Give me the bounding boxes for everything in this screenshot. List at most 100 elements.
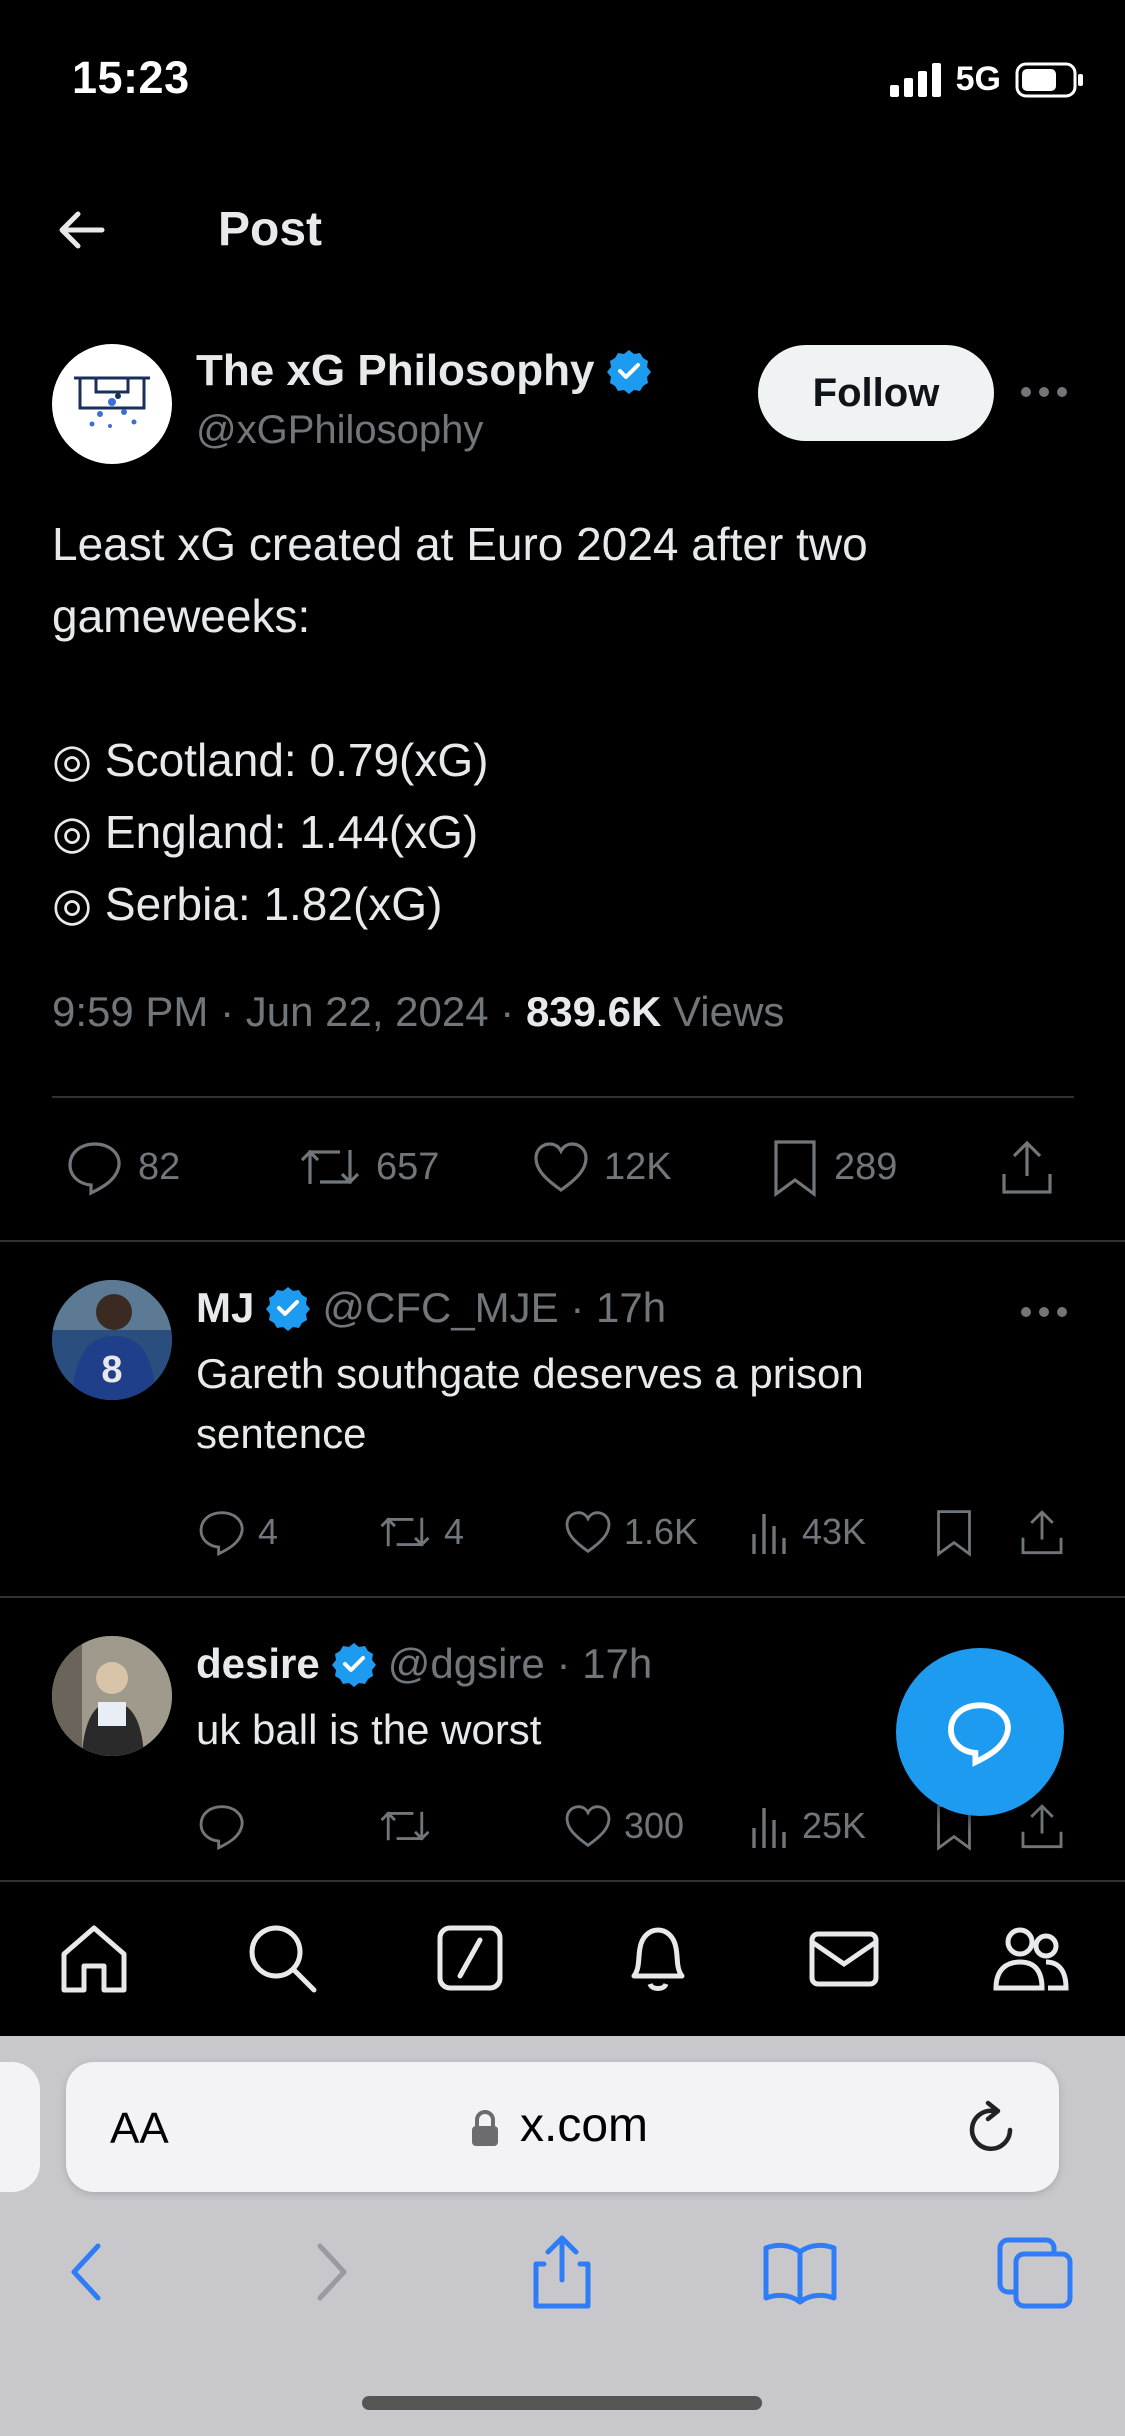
tab-communities[interactable] — [990, 1918, 1070, 1998]
more-dots-icon — [1021, 1307, 1067, 1317]
reply-repost-button[interactable]: 4 — [376, 1506, 464, 1558]
views-label: Views — [661, 988, 785, 1035]
reply-author-name[interactable]: MJ — [196, 1284, 254, 1332]
reply-count: 82 — [138, 1145, 181, 1188]
reply-count: 4 — [258, 1511, 279, 1552]
reply-text-line: sentence — [196, 1410, 367, 1457]
post-line: ◎ England: 1.44(xG) — [52, 806, 479, 858]
reply-author-name[interactable]: desire — [196, 1640, 320, 1688]
repost-icon — [380, 1517, 430, 1547]
reply-avatar[interactable]: 8 — [52, 1280, 172, 1400]
heart-icon — [565, 1805, 611, 1848]
reply-share-button[interactable] — [1018, 1800, 1066, 1852]
browser-share-button[interactable] — [522, 2232, 602, 2312]
author-handle[interactable]: @xGPhilosophy — [196, 408, 483, 453]
like-button[interactable]: 12K — [530, 1136, 672, 1198]
author-name[interactable]: The xG Philosophy — [196, 346, 595, 396]
reply-handle[interactable]: @CFC_MJE · 17h — [322, 1284, 666, 1332]
book-icon — [763, 2242, 837, 2305]
xg-logo-icon — [74, 376, 150, 428]
browser-forward-button[interactable] — [290, 2232, 370, 2312]
signal-icon — [889, 62, 941, 97]
heart-icon — [565, 1511, 611, 1554]
reply-icon — [68, 1142, 121, 1196]
bookmark-button[interactable]: 289 — [768, 1136, 897, 1198]
share-icon — [1002, 1140, 1052, 1194]
tab-search[interactable] — [242, 1918, 322, 1998]
browser-tabs-button[interactable] — [996, 2232, 1076, 2312]
tabs-icon — [997, 2237, 1073, 2309]
like-count: 300 — [624, 1805, 685, 1846]
reply-button[interactable]: 82 — [64, 1136, 180, 1198]
reply-text: uk ball is the worst — [196, 1700, 896, 1760]
like-count: 1.6K — [624, 1511, 699, 1552]
reload-button[interactable] — [964, 2098, 1020, 2158]
tab-grok[interactable] — [430, 1918, 510, 1998]
search-icon — [249, 1925, 317, 1993]
more-options-button[interactable] — [1016, 372, 1072, 412]
reply-share-button[interactable] — [1018, 1506, 1066, 1558]
reply-like-button[interactable]: 1.6K — [562, 1506, 698, 1558]
bottom-tab-bar — [0, 1880, 1125, 2036]
status-time: 15:23 — [72, 52, 190, 103]
reply-bubble-icon — [948, 1702, 1011, 1767]
share-button[interactable] — [998, 1136, 1056, 1198]
browser-back-button[interactable] — [48, 2232, 128, 2312]
repost-icon — [300, 1149, 360, 1185]
post-timestamp[interactable]: 9:59 PM · Jun 22, 2024 · — [52, 988, 526, 1035]
analytics-icon — [752, 1514, 786, 1554]
grok-icon — [437, 1925, 503, 1991]
like-count: 12K — [604, 1145, 672, 1188]
reply-reply-button[interactable]: 4 — [196, 1506, 278, 1558]
reply-bookmark-button[interactable] — [932, 1506, 976, 1558]
reply-like-button[interactable]: 300 — [562, 1800, 684, 1852]
author-name-row[interactable]: The xG Philosophy — [196, 346, 653, 396]
compose-reply-fab[interactable] — [896, 1648, 1064, 1816]
reply-views-button[interactable]: 25K — [748, 1800, 866, 1852]
reply-icon — [199, 1805, 244, 1851]
reply-handle[interactable]: @dgsire · 17h — [388, 1640, 652, 1688]
battery-icon — [1015, 62, 1083, 97]
reply-icon — [199, 1511, 244, 1557]
tab-messages[interactable] — [804, 1918, 884, 1998]
network-label: 5G — [955, 60, 1001, 98]
post-text: Least xG created at Euro 2024 after two … — [52, 508, 1072, 940]
author-avatar[interactable] — [52, 344, 172, 464]
views-count[interactable]: 839.6K — [526, 988, 661, 1035]
back-button[interactable] — [52, 200, 112, 260]
user-photo-icon — [52, 1636, 172, 1756]
page-title: Post — [218, 203, 323, 256]
reload-icon — [969, 2100, 1013, 2151]
previous-tab-edge[interactable] — [0, 2062, 40, 2192]
reply-repost-button[interactable] — [376, 1800, 444, 1852]
more-dots-icon — [1021, 387, 1067, 397]
reply-header: desire @dgsire · 17h — [196, 1640, 652, 1688]
reply-more-button[interactable] — [1016, 1292, 1072, 1332]
home-indicator — [362, 2396, 762, 2410]
reply-reply-button[interactable] — [196, 1800, 258, 1852]
post-line: gameweeks: — [52, 590, 311, 642]
tab-home[interactable] — [54, 1918, 134, 1998]
bookmark-icon — [774, 1140, 816, 1198]
verified-badge-icon — [606, 350, 651, 394]
url-text[interactable]: x.com — [520, 2098, 648, 2153]
reply-text-line: uk ball is the worst — [196, 1706, 542, 1753]
verified-badge-icon — [331, 1643, 376, 1687]
divider — [52, 1096, 1074, 1098]
reply-views-button[interactable]: 43K — [748, 1506, 866, 1558]
reader-settings-button[interactable]: AA — [110, 2104, 169, 2154]
bell-icon — [631, 1927, 685, 1991]
tab-notifications[interactable] — [618, 1918, 698, 1998]
repost-icon — [380, 1811, 430, 1841]
chevron-left-icon — [71, 2243, 101, 2301]
reply-avatar[interactable] — [52, 1636, 172, 1756]
post-line: Least xG created at Euro 2024 after two — [52, 518, 868, 570]
follow-button[interactable]: Follow — [758, 345, 994, 441]
reply-header: MJ @CFC_MJE · 17h — [196, 1284, 666, 1332]
user-photo-icon: 8 — [52, 1280, 172, 1400]
browser-bookmarks-button[interactable] — [760, 2232, 840, 2312]
verified-badge-icon — [266, 1287, 311, 1331]
communities-icon — [993, 1927, 1069, 1991]
back-arrow-icon — [59, 211, 105, 249]
repost-button[interactable]: 657 — [296, 1136, 439, 1198]
